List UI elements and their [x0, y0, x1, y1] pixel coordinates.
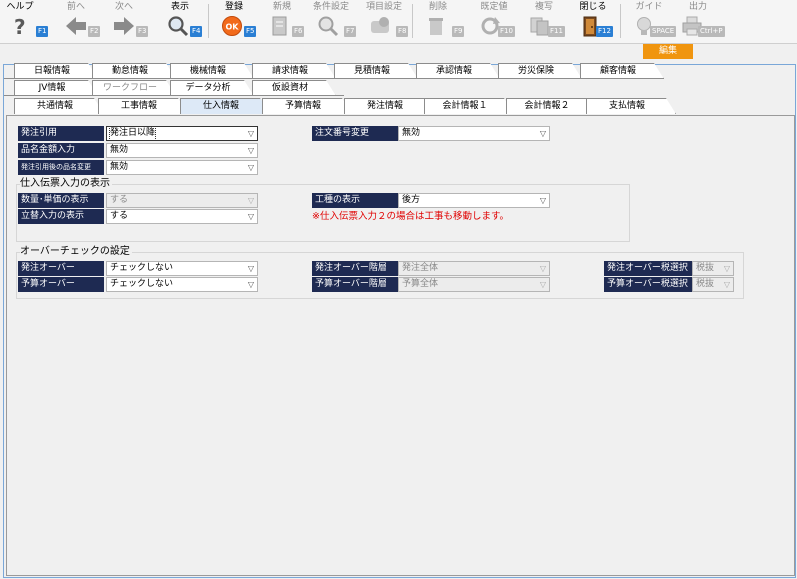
tab-temporary-materials[interactable]: 仮設資材: [252, 80, 336, 96]
budget-over-level-label: 予算オーバー階層: [312, 277, 398, 292]
chevron-down-icon: ▽: [247, 212, 254, 221]
order-over-select[interactable]: チェックしない ▽: [106, 261, 258, 276]
tab-budget[interactable]: 予算情報: [262, 98, 352, 114]
chevron-down-icon: ▽: [247, 196, 254, 205]
budget-over-tax-label: 予算オーバー税選択: [604, 277, 692, 292]
tab-estimate[interactable]: 見積情報: [334, 63, 418, 79]
item-name-change-select[interactable]: 無効 ▽: [106, 160, 258, 175]
tab-accounting-1[interactable]: 会計情報１: [424, 98, 514, 114]
advance-input-display-label: 立替入力の表示: [18, 209, 104, 224]
chevron-down-icon: ▽: [723, 264, 730, 273]
guide-button[interactable]: ガイド SPACE: [626, 0, 677, 42]
tab-purchase[interactable]: 仕入情報: [180, 98, 270, 114]
question-icon: ?: [14, 15, 26, 37]
order-ref-select[interactable]: 発注日以降 ▽: [106, 126, 258, 141]
next-button[interactable]: 次へ F3: [106, 0, 149, 42]
tab-approval[interactable]: 承認情報: [416, 63, 500, 79]
item-amount-input-select[interactable]: 無効 ▽: [106, 143, 258, 158]
help-button[interactable]: ヘルプ ? F1: [2, 0, 49, 42]
qty-price-display-label: 数量･単価の表示: [18, 193, 104, 208]
tab-construction[interactable]: 工事情報: [98, 98, 188, 114]
search-settings-icon: [318, 16, 339, 37]
order-ref-label: 発注引用: [18, 126, 104, 141]
tab-row-2-line: [4, 95, 344, 96]
wrench-icon: [371, 17, 389, 33]
order-number-change-label: 注文番号変更: [312, 126, 398, 141]
work-type-display-label: 工種の表示: [312, 193, 398, 208]
display-button[interactable]: 表示 F4: [160, 0, 203, 42]
default-value-button[interactable]: 既定値 F10: [472, 0, 516, 42]
advance-input-display-select[interactable]: する ▽: [106, 209, 258, 224]
new-button[interactable]: 新規 F6: [262, 0, 305, 42]
copy-button[interactable]: 複写 F11: [522, 0, 566, 42]
item-settings-button[interactable]: 項目設定 F8: [362, 0, 409, 42]
work-type-display-select[interactable]: 後方 ▽: [398, 193, 550, 208]
chevron-down-icon: ▽: [247, 163, 254, 172]
order-over-tax-select[interactable]: 税抜 ▽: [692, 261, 734, 276]
close-button[interactable]: 閉じる F12: [572, 0, 614, 42]
condition-settings-button[interactable]: 条件設定 F7: [310, 0, 357, 42]
tab-workers-comp[interactable]: 労災保険: [498, 63, 582, 79]
arrow-right-icon: [114, 17, 134, 35]
new-document-icon: [272, 16, 287, 36]
toolbar: ヘルプ ? F1 前へ F2 次へ F3 表示 F4 登録 OK F5 新規 F…: [0, 0, 797, 44]
chevron-down-icon: ▽: [539, 264, 546, 273]
toolbar-separator: [412, 4, 413, 38]
tab-jv[interactable]: JV情報: [14, 80, 98, 96]
order-number-change-select[interactable]: 無効 ▽: [398, 126, 550, 141]
tab-row-1-line: [4, 78, 664, 79]
tab-daily-report[interactable]: 日報情報: [14, 63, 98, 79]
trash-icon: [429, 18, 443, 35]
tab-billing[interactable]: 請求情報: [252, 63, 336, 79]
tab-customer[interactable]: 顧客情報: [580, 63, 664, 79]
tab-order[interactable]: 発注情報: [344, 98, 434, 114]
budget-over-tax-select[interactable]: 税抜 ▽: [692, 277, 734, 292]
output-button[interactable]: 出力 Ctrl+P: [674, 0, 725, 42]
chevron-down-icon: ▽: [539, 196, 546, 205]
tab-accounting-2[interactable]: 会計情報２: [506, 98, 596, 114]
tab-data-analysis[interactable]: データ分析: [170, 80, 254, 96]
tab-machine[interactable]: 機械情報: [170, 63, 254, 79]
budget-over-label: 予算オーバー: [18, 277, 104, 292]
svg-text:OK: OK: [226, 23, 240, 32]
magnifier-icon: [168, 16, 189, 37]
order-over-level-label: 発注オーバー階層: [312, 261, 398, 276]
order-over-label: 発注オーバー: [18, 261, 104, 276]
chevron-down-icon: ▽: [247, 146, 254, 155]
svg-text:?: ?: [14, 15, 26, 37]
chevron-down-icon: ▽: [539, 129, 546, 138]
toolbar-separator: [208, 4, 209, 38]
chevron-down-icon: ▽: [247, 129, 254, 138]
edit-mode-badge: 編集: [643, 44, 693, 59]
item-name-change-label: 発注引用後の品名変更: [18, 160, 104, 175]
budget-over-level-select[interactable]: 予算全体 ▽: [398, 277, 550, 292]
over-check-title: オーバーチェックの設定: [20, 246, 132, 258]
purchase-slip-note: ※仕入伝票入力２の場合は工事も移動します。: [312, 211, 510, 222]
tab-attendance[interactable]: 勤怠情報: [92, 63, 176, 79]
chevron-down-icon: ▽: [247, 280, 254, 289]
delete-button[interactable]: 削除 F9: [418, 0, 465, 42]
toolbar-separator: [620, 4, 621, 38]
prev-button[interactable]: 前へ F2: [58, 0, 101, 42]
purchase-slip-display-title: 仕入伝票入力の表示: [20, 178, 112, 190]
arrow-left-icon: [66, 17, 86, 35]
chevron-down-icon: ▽: [723, 280, 730, 289]
chevron-down-icon: ▽: [247, 264, 254, 273]
tab-common[interactable]: 共通情報: [14, 98, 104, 114]
qty-price-display-select[interactable]: する ▽: [106, 193, 258, 208]
register-button[interactable]: 登録 OK F5: [214, 0, 257, 42]
ok-icon: OK: [222, 16, 242, 36]
tab-workflow[interactable]: ワークフロー: [92, 80, 176, 96]
budget-over-select[interactable]: チェックしない ▽: [106, 277, 258, 292]
tab-payment[interactable]: 支払情報: [586, 98, 676, 114]
chevron-down-icon: ▽: [539, 280, 546, 289]
order-over-level-select[interactable]: 発注全体 ▽: [398, 261, 550, 276]
item-amount-input-label: 品名金額入力: [18, 143, 104, 158]
order-over-tax-label: 発注オーバー税選択: [604, 261, 692, 276]
